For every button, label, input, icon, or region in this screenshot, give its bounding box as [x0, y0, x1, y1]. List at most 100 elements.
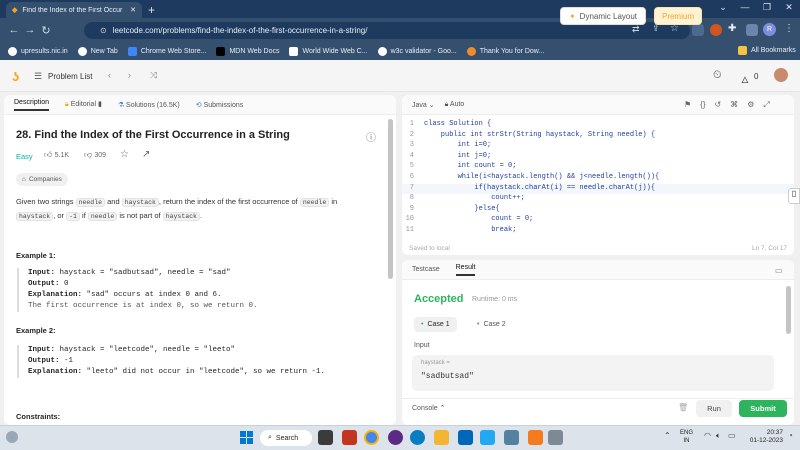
submit-button[interactable]: Submit	[739, 400, 787, 417]
tab-editorial[interactable]: 🔒︎ Editorial ▮	[65, 100, 102, 109]
new-tab-button[interactable]: +	[148, 3, 155, 17]
code-line[interactable]: 9 }else{	[402, 205, 794, 216]
language-indicator[interactable]: ENG IN	[680, 429, 693, 445]
trash-icon[interactable]: 🗑︎	[678, 403, 688, 412]
battery-icon[interactable]: ▭	[728, 431, 736, 440]
vscode-icon[interactable]	[480, 430, 495, 445]
bookmark-icon[interactable]: ⚑	[684, 100, 691, 110]
bookmark-item[interactable]: upresults.nic.in	[8, 46, 68, 56]
bookmark-item[interactable]: Thank You for Dow...	[466, 46, 544, 56]
back-button[interactable]: ←	[6, 24, 22, 36]
code-line[interactable]: 3 int i=0;	[402, 141, 794, 152]
premium-button[interactable]: Premium	[654, 7, 702, 25]
shortcut-icon[interactable]: ⌘	[730, 100, 738, 110]
leetcode-logo-icon[interactable]: ʖ	[12, 69, 19, 84]
extension-icon[interactable]	[710, 24, 722, 36]
start-button[interactable]	[240, 431, 253, 444]
forward-button[interactable]: →	[22, 24, 38, 36]
bookmark-item[interactable]: New Tab	[77, 46, 118, 56]
shuffle-icon[interactable]: ⤨	[150, 70, 157, 81]
wifi-icon[interactable]: ◠	[704, 431, 711, 440]
tab-search-icon[interactable]: ⌄	[716, 2, 730, 13]
code-line[interactable]: 6 while(i<haystack.length() && j<needle.…	[402, 173, 794, 184]
code-line[interactable]: 1 class Solution {	[402, 120, 794, 131]
tab-result[interactable]: Result	[455, 264, 476, 276]
tab-solutions[interactable]: ⚗ Solutions (16.5K)	[118, 101, 180, 109]
bookmark-item[interactable]: Chrome Web Store...	[127, 46, 206, 56]
close-tab-icon[interactable]: ✕	[130, 6, 136, 14]
console-toggle[interactable]: Console ⌃	[412, 404, 446, 412]
code-area[interactable]: 1 class Solution {2 public int strStr(Str…	[402, 120, 794, 237]
taskbar-search[interactable]: ⌕ Search	[260, 430, 312, 446]
language-select[interactable]: Java ⌄	[412, 101, 435, 109]
settings-icon[interactable]: ⚙	[747, 100, 754, 110]
code-line[interactable]: 11 break;	[402, 226, 794, 237]
profile-avatar[interactable]: R	[763, 23, 776, 36]
extensions-puzzle-icon[interactable]: ✚	[728, 23, 736, 34]
close-window-button[interactable]: ✕	[782, 2, 796, 13]
code-line[interactable]: 5 int count = 0;	[402, 162, 794, 173]
all-bookmarks[interactable]: All Bookmarks	[738, 46, 796, 55]
tab-testcase[interactable]: Testcase	[412, 266, 440, 273]
app-icon[interactable]	[388, 430, 403, 445]
share-link-icon[interactable]: ↗	[142, 149, 150, 160]
list-icon[interactable]: ☰	[34, 71, 42, 82]
maximize-button[interactable]: ❐	[760, 2, 774, 13]
chrome-taskbar-icon[interactable]	[364, 430, 379, 445]
code-line[interactable]: 10 count = 0;	[402, 215, 794, 226]
streak-fire-icon[interactable]: 🜂	[741, 71, 749, 89]
browser-tab-active[interactable]: ◆ Find the Index of the First Occur ✕	[6, 2, 142, 18]
timer-icon[interactable]: ⏲	[713, 69, 722, 82]
collapse-panel-icon[interactable]: ▭	[775, 266, 783, 275]
weather-icon[interactable]	[6, 431, 18, 443]
translate-icon[interactable]: ⇄	[632, 24, 640, 35]
reload-button[interactable]: ↻	[38, 24, 54, 37]
info-icon[interactable]: ⓘ	[366, 129, 376, 144]
side-note-icon[interactable]: ▯	[788, 188, 800, 204]
favorite-star-icon[interactable]: ☆	[120, 149, 129, 160]
case-2-tab[interactable]: • Case 2	[470, 317, 513, 332]
app-icon[interactable]	[342, 430, 357, 445]
tab-submissions[interactable]: ⟲ Submissions	[196, 101, 244, 109]
minimize-button[interactable]: —	[738, 2, 752, 12]
app-icon[interactable]	[548, 430, 563, 445]
run-button[interactable]: Run	[696, 400, 732, 417]
volume-icon[interactable]: 🔈︎	[716, 431, 721, 441]
prev-problem-icon[interactable]: ‹	[108, 70, 111, 80]
notification-icon[interactable]: ◔	[788, 431, 793, 440]
companies-tag[interactable]: ⌂ Companies	[16, 173, 68, 186]
like-button[interactable]: 👍︎ 5.1K	[44, 150, 69, 160]
extension-icon[interactable]	[692, 24, 704, 36]
task-view-icon[interactable]	[318, 430, 333, 445]
fullscreen-icon[interactable]: ⤢	[763, 100, 769, 110]
case-1-tab[interactable]: • Case 1	[414, 317, 457, 332]
user-avatar[interactable]	[774, 68, 788, 82]
reset-icon[interactable]: ↺	[715, 100, 722, 110]
app-icon[interactable]	[410, 430, 425, 445]
file-explorer-icon[interactable]	[434, 430, 449, 445]
vlc-icon[interactable]	[528, 430, 543, 445]
braces-icon[interactable]: {}	[700, 100, 705, 110]
left-scrollbar[interactable]	[388, 119, 393, 279]
next-problem-icon[interactable]: ›	[128, 70, 131, 80]
result-scrollbar[interactable]	[786, 286, 791, 334]
chrome-menu-icon[interactable]: ⋮	[784, 23, 794, 34]
clock[interactable]: 20:37 01-12-2023	[745, 429, 783, 445]
bookmark-item[interactable]: w3c validator - Goo...	[377, 46, 457, 56]
problem-list-link[interactable]: Problem List	[48, 72, 92, 81]
dynamic-layout-button[interactable]: ✦ Dynamic Layout	[560, 7, 646, 25]
tab-description[interactable]: Description	[14, 99, 50, 111]
java-icon[interactable]	[504, 430, 519, 445]
site-info-icon[interactable]: ⊙	[100, 26, 107, 35]
dislike-button[interactable]: 👎︎ 309	[84, 150, 106, 160]
code-line[interactable]: 7 if(haystack.charAt(i) == needle.charAt…	[402, 183, 794, 195]
autocomplete-mode[interactable]: 🔒︎ Auto	[445, 101, 465, 109]
bookmark-item[interactable]: MDN Web Docs	[216, 46, 279, 56]
code-line[interactable]: 4 int j=0;	[402, 152, 794, 163]
store-icon[interactable]	[458, 430, 473, 445]
code-line[interactable]: 8 count++;	[402, 194, 794, 205]
code-line[interactable]: 2 public int strStr(String haystack, Str…	[402, 131, 794, 142]
bookmark-item[interactable]: World Wide Web C...	[289, 46, 368, 56]
side-panel-icon[interactable]	[746, 24, 758, 36]
tray-chevron-icon[interactable]: ⌃	[664, 431, 671, 440]
